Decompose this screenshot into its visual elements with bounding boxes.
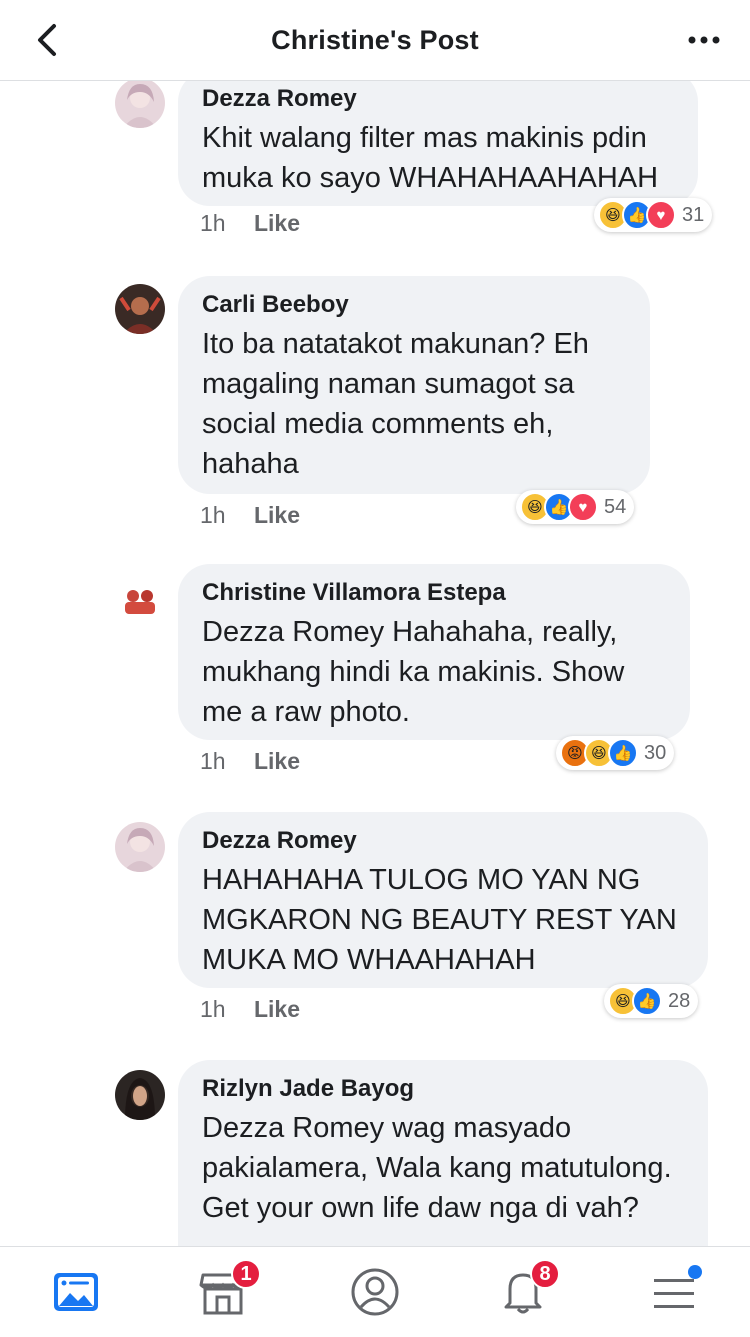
- reaction-count: 31: [682, 203, 705, 226]
- comment-author[interactable]: Rizlyn Jade Bayog: [202, 1074, 684, 1104]
- comment-meta: 1h Like: [200, 748, 300, 775]
- menu-notification-dot: [688, 1265, 702, 1279]
- marketplace-badge: 1: [231, 1259, 261, 1289]
- comment-bubble: Carli Beeboy Ito ba natatakot makunan? E…: [178, 276, 650, 494]
- comment-time: 1h: [200, 748, 226, 774]
- reaction-count: 30: [644, 741, 667, 764]
- like-reaction-icon: 👍: [608, 738, 638, 768]
- reaction-summary[interactable]: 😆 👍 ♥ 31: [594, 198, 713, 232]
- comment-author[interactable]: Dezza Romey: [202, 826, 684, 856]
- page-title: Christine's Post: [271, 24, 479, 55]
- reaction-summary[interactable]: 😡 😆 👍 30: [556, 736, 675, 770]
- reaction-count: 54: [604, 495, 627, 518]
- comment-bubble: Christine Villamora Estepa Dezza Romey H…: [178, 564, 690, 740]
- love-reaction-icon: ♥: [646, 200, 676, 230]
- comment-time: 1h: [200, 996, 226, 1022]
- avatar[interactable]: [115, 284, 165, 334]
- news-feed-icon[interactable]: [50, 1265, 104, 1319]
- comment-author[interactable]: Dezza Romey: [202, 84, 674, 114]
- like-button[interactable]: Like: [254, 210, 300, 236]
- notifications-badge: 8: [530, 1259, 560, 1289]
- reaction-count: 28: [668, 989, 691, 1012]
- avatar[interactable]: [115, 1070, 165, 1120]
- more-options-icon[interactable]: [684, 26, 724, 54]
- comment-bubble: Dezza Romey Khit walang filter mas makin…: [178, 80, 698, 206]
- love-reaction-icon: ♥: [568, 492, 598, 522]
- top-bar: Christine's Post: [0, 0, 750, 81]
- avatar[interactable]: [115, 822, 165, 872]
- comment-meta: 1h Like: [200, 996, 300, 1023]
- like-button[interactable]: Like: [254, 502, 300, 528]
- comment-bubble: Dezza Romey HAHAHAHA TULOG MO YAN NG MGK…: [178, 812, 708, 988]
- like-reaction-icon: 👍: [632, 986, 662, 1016]
- comment-text: Khit walang filter mas makinis pdin muka…: [202, 122, 659, 194]
- comment-time: 1h: [200, 210, 226, 236]
- notifications-icon[interactable]: 8: [496, 1259, 560, 1319]
- comments-list: Dezza Romey Khit walang filter mas makin…: [0, 80, 750, 1246]
- comment-author[interactable]: Carli Beeboy: [202, 290, 626, 320]
- back-icon[interactable]: [30, 22, 66, 58]
- marketplace-icon[interactable]: 1: [197, 1259, 261, 1319]
- avatar[interactable]: [115, 572, 165, 622]
- comment-text: Ito ba natatakot makunan? Eh magaling na…: [202, 328, 589, 480]
- menu-icon[interactable]: [648, 1265, 702, 1319]
- like-button[interactable]: Like: [254, 996, 300, 1022]
- bottom-navigation: 1 8: [0, 1246, 750, 1337]
- comment-text: HAHAHAHA TULOG MO YAN NG MGKARON NG BEAU…: [202, 864, 677, 976]
- like-button[interactable]: Like: [254, 748, 300, 774]
- reaction-summary[interactable]: 😆 👍 ♥ 54: [516, 490, 635, 524]
- reaction-summary[interactable]: 😆 👍 28: [604, 984, 699, 1018]
- comment-author[interactable]: Christine Villamora Estepa: [202, 578, 666, 608]
- comment-bubble: Rizlyn Jade Bayog Dezza Romey wag masyad…: [178, 1060, 708, 1246]
- avatar[interactable]: [115, 80, 165, 128]
- comment-meta: 1h Like: [200, 502, 300, 529]
- comment-text: Dezza Romey Hahahaha, really, mukhang hi…: [202, 616, 625, 728]
- comment-time: 1h: [200, 502, 226, 528]
- comment-text: Dezza Romey wag masyado pakialamera, Wal…: [202, 1112, 672, 1224]
- comment-meta: 1h Like: [200, 210, 300, 237]
- profile-icon[interactable]: [348, 1265, 402, 1319]
